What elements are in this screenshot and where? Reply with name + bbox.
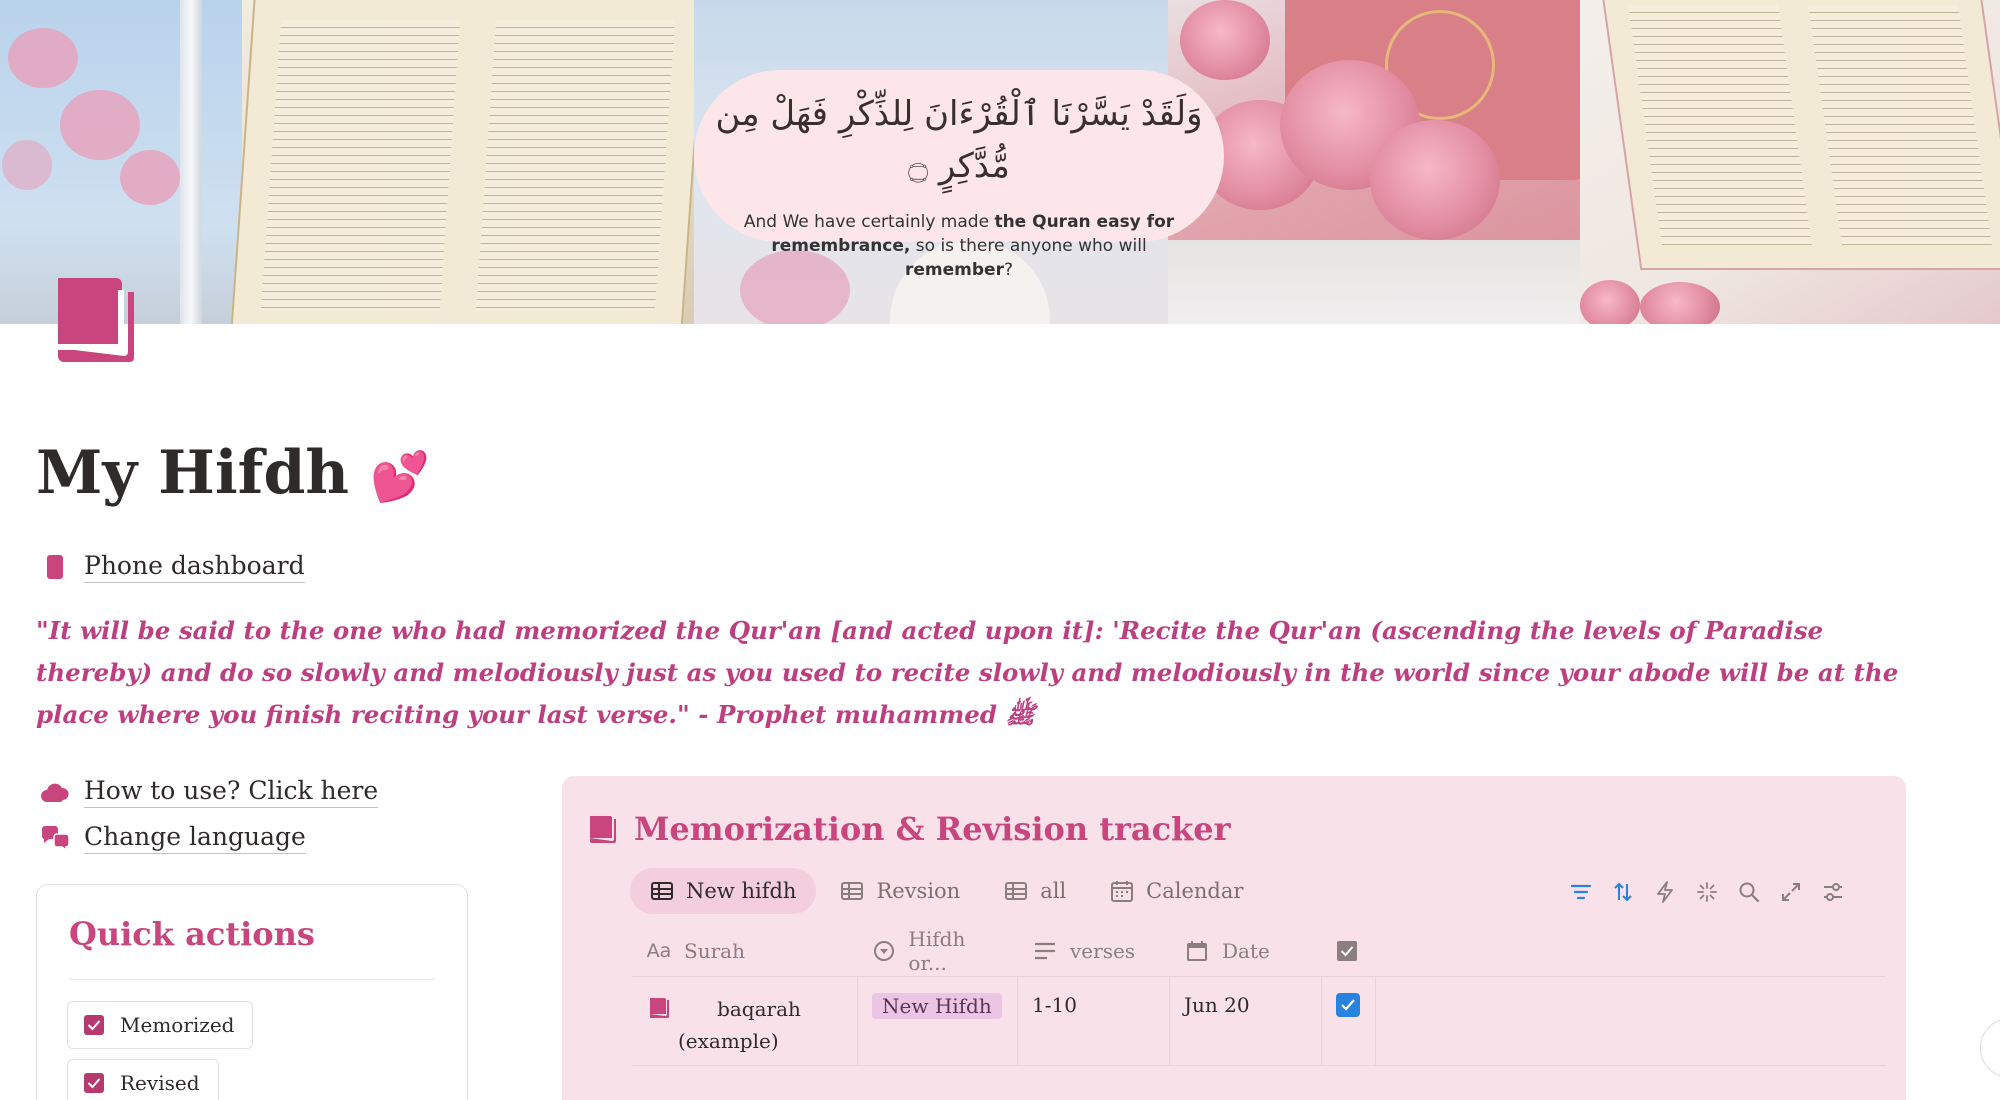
phone-icon [40, 552, 70, 582]
column-header-empty [1376, 926, 1886, 976]
book-icon [646, 995, 672, 1021]
checkbox-icon [84, 1015, 104, 1035]
verse-english: And We have certainly made the Quran eas… [743, 212, 1175, 280]
change-language-link[interactable]: Change language [40, 822, 306, 854]
tab-new-hifdh[interactable]: New hifdh [630, 868, 817, 914]
blossom [120, 150, 180, 205]
surah-name-line: baqarah [717, 997, 801, 1021]
tab-label: all [1040, 879, 1067, 903]
text-lines-icon [1032, 938, 1058, 964]
type-tag: New Hifdh [872, 993, 1002, 1019]
tracker-table: Aa Surah Hifdh or... verses Date baqarah… [632, 926, 1886, 1066]
book-page-icon[interactable] [54, 274, 138, 366]
minaret [180, 0, 202, 324]
sort-icon[interactable] [1602, 879, 1644, 905]
rose [1180, 0, 1270, 80]
cell-checkbox[interactable] [1322, 977, 1376, 1065]
tab-revsion[interactable]: Revsion [820, 868, 980, 914]
checkbox-checked[interactable] [1336, 993, 1360, 1017]
how-to-use-link[interactable]: How to use? Click here [40, 776, 379, 808]
checkbox-icon [84, 1073, 104, 1093]
table-surface [1168, 240, 1580, 324]
text-property-icon: Aa [646, 940, 672, 962]
table-icon [841, 882, 864, 900]
rose [1370, 120, 1500, 240]
surah-name-line: (example) [678, 1029, 779, 1053]
column-header-checkbox[interactable] [1322, 926, 1376, 976]
database-toolbar [1560, 879, 1854, 905]
view-tabs: New hifdh Revsion all Calendar [630, 868, 1267, 914]
tab-all[interactable]: all [984, 868, 1086, 914]
column-header-verses[interactable]: verses [1018, 926, 1170, 976]
automation-icon[interactable] [1644, 879, 1686, 905]
column-label: verses [1070, 939, 1136, 963]
column-header-date[interactable]: Date [1170, 926, 1322, 976]
memorized-button[interactable]: Memorized [67, 1001, 254, 1049]
divider [69, 979, 435, 980]
change-language-label[interactable]: Change language [84, 822, 306, 854]
cover-image: وَلَقَدْ يَسَّرْنَا ٱلْقُرْءَانَ لِلذِّك… [0, 0, 2000, 324]
open-quran-book [229, 0, 707, 324]
table-icon [1005, 882, 1028, 900]
column-label: Date [1222, 939, 1270, 963]
hadith-quote: "It will be said to the one who had memo… [36, 616, 1899, 729]
open-quran-book-2 [1599, 0, 2000, 270]
column-header-hifdh-or[interactable]: Hifdh or... [858, 926, 1018, 976]
cell-verses[interactable]: 1-10 [1018, 977, 1170, 1065]
sparkle-icon[interactable] [1686, 879, 1728, 905]
verse-arabic: وَلَقَدْ يَسَّرْنَا ٱلْقُرْءَانَ لِلذِّك… [715, 94, 1203, 186]
column-label: Hifdh or... [908, 927, 966, 975]
tracker-title[interactable]: Memorization & Revision tracker [634, 810, 1231, 848]
help-button[interactable] [1980, 1018, 2000, 1078]
verses-value: 1-10 [1032, 993, 1077, 1017]
blossom [2, 140, 52, 190]
checkbox-property-icon [1336, 938, 1358, 964]
tab-calendar[interactable]: Calendar [1090, 868, 1263, 914]
blossom [8, 28, 78, 88]
search-icon[interactable] [1728, 879, 1770, 905]
cell-surah[interactable]: baqarah (example) [632, 977, 858, 1065]
surah-name[interactable]: baqarah (example) [678, 993, 834, 1057]
blossom [60, 90, 140, 160]
date-value: Jun 20 [1184, 993, 1250, 1017]
book-icon [590, 816, 616, 843]
tracker-header: Memorization & Revision tracker [588, 810, 1231, 848]
revised-button-label: Revised [120, 1071, 200, 1095]
tab-label: Calendar [1146, 879, 1244, 903]
phone-dashboard-label[interactable]: Phone dashboard [84, 551, 305, 583]
tracker-database: Memorization & Revision tracker New hifd… [562, 776, 1906, 1100]
heart-emoji: 💕 [369, 449, 430, 505]
verse-bubble: وَلَقَدْ يَسَّرْنَا ٱلْقُرْءَانَ لِلذِّك… [694, 70, 1224, 280]
table-row[interactable]: baqarah (example) New Hifdh 1-10 Jun 20 [632, 977, 1886, 1066]
table-icon [651, 882, 673, 900]
tab-label: Revsion [876, 879, 961, 903]
expand-icon[interactable] [1770, 879, 1812, 905]
rose [1640, 282, 1720, 324]
rose [1580, 280, 1640, 324]
cell-empty [1376, 977, 1886, 1065]
cloud-icon [40, 777, 70, 807]
revised-button[interactable]: Revised [67, 1059, 219, 1100]
cell-date[interactable]: Jun 20 [1170, 977, 1322, 1065]
calendar-icon [1111, 881, 1134, 902]
memorized-button-label: Memorized [120, 1013, 235, 1037]
quick-actions-title: Quick actions [69, 915, 315, 953]
settings-sliders-icon[interactable] [1812, 879, 1854, 905]
cell-hifdh-or[interactable]: New Hifdh [858, 977, 1018, 1065]
page-title: My Hifdh 💕 [36, 438, 430, 508]
how-to-use-label[interactable]: How to use? Click here [84, 776, 379, 808]
table-header-row: Aa Surah Hifdh or... verses Date [632, 926, 1886, 977]
select-property-icon [872, 938, 896, 964]
column-header-surah[interactable]: Aa Surah [632, 926, 858, 976]
filter-icon[interactable] [1560, 879, 1602, 905]
page-title-text: My Hifdh [36, 438, 350, 508]
calendar-icon [1184, 938, 1210, 964]
tab-label: New hifdh [686, 879, 797, 903]
quick-actions-card: Quick actions Memorized Revised [36, 884, 468, 1100]
column-label: Surah [684, 939, 745, 963]
translate-icon [40, 823, 70, 853]
phone-dashboard-link[interactable]: Phone dashboard [40, 551, 305, 583]
